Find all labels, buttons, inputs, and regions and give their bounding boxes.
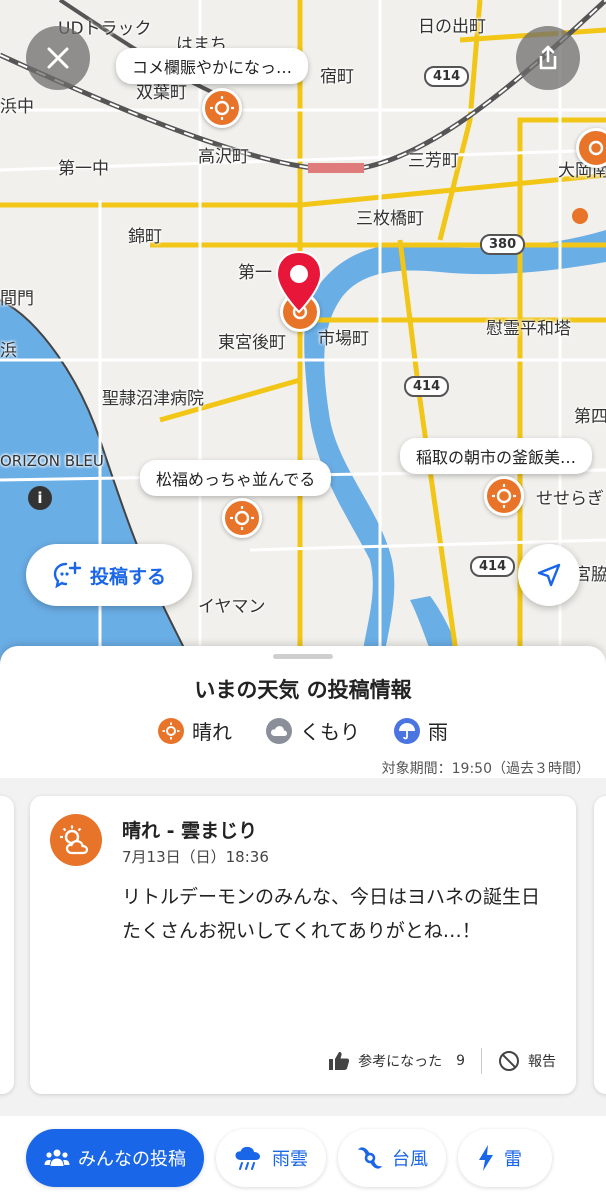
weather-legend: 晴れ くもり 雨 (0, 716, 606, 745)
sun-cloud-icon (50, 814, 102, 866)
legend-item-cloudy: くもり (266, 716, 360, 745)
place-label: 聖隷沼津病院 (102, 389, 204, 409)
bottom-nav: みんなの投稿 雨雲 台風 雷 (0, 1116, 606, 1200)
place-label: イヤマン (198, 597, 266, 617)
weather-marker-sun-icon[interactable] (202, 88, 242, 128)
post-actions: 参考になった 9 報告 (328, 1048, 556, 1074)
lightning-icon (479, 1145, 493, 1171)
place-label: 浜 (0, 341, 17, 361)
weather-dot-icon[interactable] (572, 208, 588, 224)
nav-chip-label: みんなの投稿 (78, 1149, 186, 1170)
target-period: 対象期間：19:50（過去３時間） (381, 761, 590, 777)
post-card[interactable]: 晴れ - 雲まじり 7月13日（日）18:36 リトルデーモンのみんな、今日はヨ… (30, 796, 576, 1094)
helpful-label: 参考になった (358, 1054, 443, 1070)
post-bubble[interactable]: 稲取の朝市の釜飯美… (400, 438, 593, 474)
nav-chip-thunder[interactable]: 雷 (458, 1129, 552, 1187)
add-comment-icon (53, 561, 82, 589)
close-button[interactable] (26, 26, 90, 90)
place-label: ORIZON BLEU (0, 452, 104, 470)
post-body: リトルデーモンのみんな、今日はヨハネの誕生日たくさんお祝いしてくれてありがとね…… (122, 886, 541, 942)
report-label: 報告 (528, 1054, 556, 1070)
post-button[interactable]: 投稿する (26, 544, 192, 606)
people-icon (44, 1149, 70, 1166)
post-carousel[interactable]: 晴れ - 雲まじり 7月13日（日）18:36 リトルデーモンのみんな、今日はヨ… (0, 778, 606, 1116)
nav-chip-rain-cloud[interactable]: 雨雲 (216, 1129, 326, 1187)
cloud-icon (266, 717, 292, 744)
place-label: 三芳町 (408, 151, 459, 171)
legend-item-sunny: 晴れ (158, 716, 232, 745)
rain-cloud-icon (235, 1146, 260, 1170)
place-label: 第一 (238, 263, 272, 283)
helpful-button[interactable]: 参考になった 9 (328, 1051, 465, 1071)
thumbs-up-icon (329, 1052, 350, 1070)
place-label: 高沢町 (198, 147, 249, 167)
place-label: 第四 (574, 407, 606, 427)
place-label: せせらぎ (536, 489, 604, 509)
post-date: 7月13日（日）18:36 (122, 848, 269, 866)
nav-chip-label: 雷 (504, 1149, 522, 1170)
post-button-label: 投稿する (89, 565, 166, 588)
map-view[interactable]: UDトラック はまち 宿町 日の出町 双葉町 浜中 高沢町 第一中 三芳町 大岡… (0, 0, 606, 680)
legend-label: 雨 (428, 720, 448, 744)
location-pin-icon (275, 250, 323, 314)
place-label: 間門 (0, 289, 34, 309)
legend-label: 晴れ (192, 720, 232, 744)
weather-marker-sun-icon[interactable] (222, 498, 262, 538)
nav-chip-label: 台風 (392, 1149, 428, 1170)
report-button[interactable]: 報告 (498, 1050, 556, 1072)
next-card[interactable] (594, 796, 606, 1094)
bottom-sheet: いまの天気 の投稿情報 晴れ くもり 雨 対象期間：19:50（過去３時間） 晴… (0, 646, 606, 1200)
current-location-button[interactable] (518, 544, 580, 606)
road-number-badge: 414 (424, 66, 470, 87)
action-divider (481, 1048, 482, 1074)
place-label: 錦町 (128, 227, 162, 247)
previous-card[interactable] (0, 796, 14, 1094)
place-label: 日の出町 (418, 17, 486, 37)
road-number-badge: 380 (480, 234, 526, 255)
sheet-title: いまの天気 の投稿情報 (194, 678, 412, 702)
info-icon[interactable]: i (28, 486, 52, 510)
post-bubble[interactable]: 松福めっちゃ並んでる (140, 460, 332, 496)
place-label: 浜中 (0, 97, 34, 117)
share-icon (539, 45, 557, 70)
legend-item-rain: 雨 (394, 716, 448, 745)
place-label: 三枚橋町 (356, 209, 424, 229)
nav-chip-label: 雨雲 (272, 1149, 308, 1170)
umbrella-icon (394, 717, 420, 744)
post-bubble[interactable]: コメ欄賑やかになっ… (116, 48, 309, 84)
road-number-badge: 414 (404, 376, 450, 397)
weather-marker-sun-icon[interactable] (484, 476, 524, 516)
legend-label: くもり (300, 720, 360, 744)
place-label: 東宮後町 (218, 333, 286, 353)
road-number-badge: 414 (470, 556, 516, 577)
place-label: 慰霊平和塔 (486, 319, 571, 339)
post-weather-title: 晴れ - 雲まじり (122, 820, 258, 842)
place-label: 市場町 (318, 329, 369, 349)
typhoon-icon (358, 1147, 382, 1169)
helpful-count: 9 (456, 1053, 465, 1069)
navigation-arrow-icon (537, 563, 561, 587)
nav-chip-everyone-posts[interactable]: みんなの投稿 (26, 1129, 204, 1187)
place-label: 第一中 (58, 159, 109, 179)
nav-chip-typhoon[interactable]: 台風 (338, 1129, 446, 1187)
sun-icon (158, 717, 184, 744)
place-label: 宿町 (320, 67, 354, 87)
sheet-drag-handle[interactable] (273, 654, 333, 659)
prohibited-icon (499, 1051, 519, 1071)
close-icon (47, 47, 69, 69)
share-button[interactable] (516, 26, 580, 90)
